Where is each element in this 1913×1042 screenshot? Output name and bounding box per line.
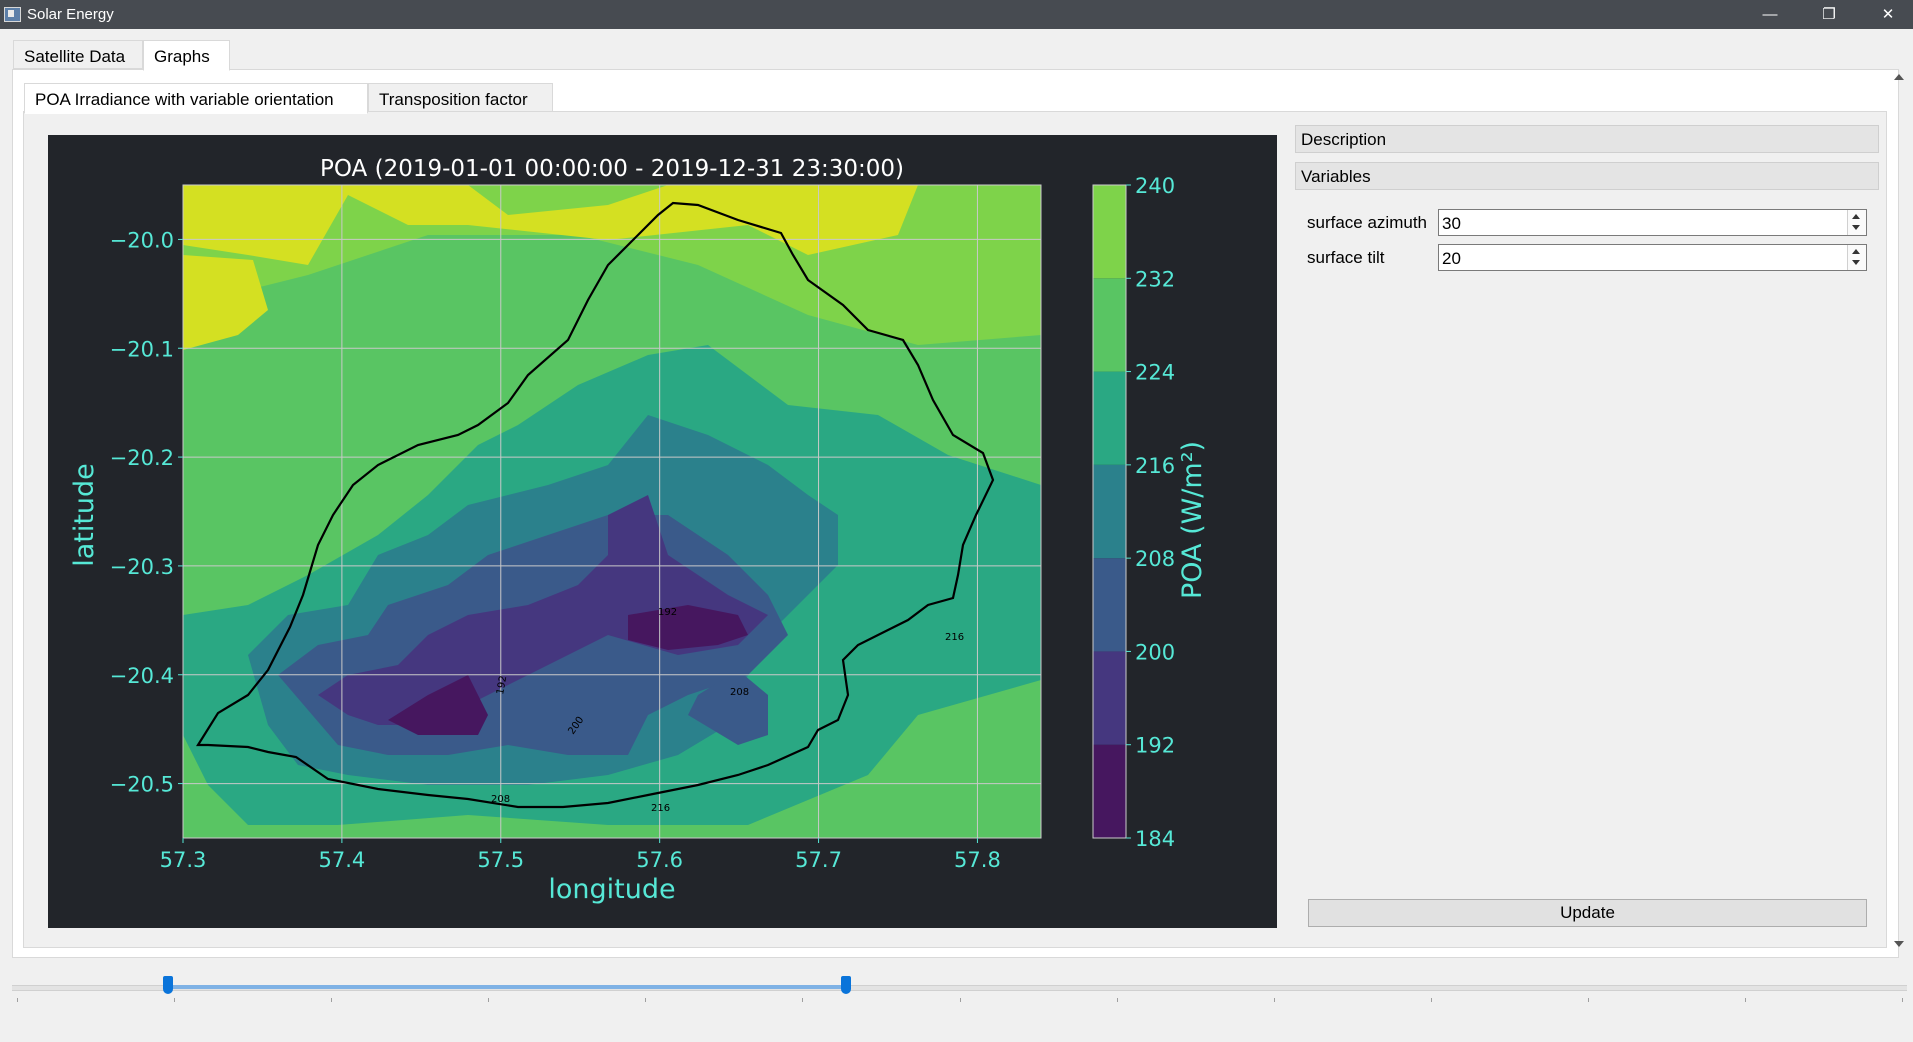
y-tick-label: −20.1 — [110, 337, 174, 361]
slider-tick — [802, 998, 804, 1002]
slider-tick — [488, 998, 490, 1002]
colorbar-tick-label: 232 — [1135, 267, 1175, 291]
colorbar-band — [1093, 558, 1126, 652]
colorbar-band — [1093, 278, 1126, 372]
variables-header[interactable]: Variables — [1295, 162, 1879, 190]
x-tick-label: 57.7 — [795, 848, 842, 872]
contour-label: 216 — [945, 632, 964, 643]
tab-poa-irradiance[interactable]: POA Irradiance with variable orientation — [24, 83, 368, 114]
spin-arrows-icon[interactable] — [1847, 245, 1866, 270]
surface-azimuth-spinbox[interactable]: 30 — [1438, 209, 1867, 236]
surface-tilt-value[interactable]: 20 — [1442, 249, 1461, 269]
x-tick-label: 57.3 — [160, 848, 207, 872]
x-tick-label: 57.4 — [319, 848, 366, 872]
update-button[interactable]: Update — [1308, 899, 1867, 927]
title-bar: Solar Energy — ❐ ✕ — [0, 0, 1913, 29]
tab-transposition-factor[interactable]: Transposition factor — [368, 83, 553, 112]
colorbar-tick-label: 224 — [1135, 361, 1175, 385]
y-axis-label: latitude — [69, 463, 100, 567]
x-axis-ticks: 57.3 57.4 57.5 57.6 57.7 57.8 — [160, 838, 1001, 872]
contour-label: 192 — [658, 607, 677, 618]
colorbar-band — [1093, 371, 1126, 465]
slider-tick — [1430, 998, 1432, 1002]
surface-tilt-label: surface tilt — [1307, 248, 1385, 267]
colorbar: 184 192 200 208 216 224 232 240 — [1092, 174, 1175, 851]
chart-title: POA (2019-01-01 00:00:00 - 2019-12-31 23… — [320, 156, 904, 182]
y-tick-label: −20.3 — [110, 555, 174, 579]
colorbar-tick-label: 208 — [1135, 547, 1175, 571]
window-title: Solar Energy — [27, 6, 114, 23]
slider-tick — [17, 998, 18, 1002]
x-tick-label: 57.5 — [477, 848, 524, 872]
slider-tick — [1273, 998, 1275, 1002]
range-slider-lower-handle[interactable] — [162, 976, 173, 994]
contour-label: 208 — [730, 687, 749, 698]
contour-label: 216 — [651, 803, 670, 814]
slider-tick — [1116, 998, 1118, 1002]
range-slider-selection — [167, 985, 847, 989]
y-tick-label: −20.4 — [110, 664, 174, 688]
chart-canvas: POA (2019-01-01 00:00:00 - 2019-12-31 23… — [69, 156, 1208, 905]
colorbar-band — [1093, 185, 1126, 279]
colorbar-band — [1093, 464, 1126, 559]
minimize-icon[interactable]: — — [1747, 0, 1793, 29]
slider-tick — [959, 998, 961, 1002]
scroll-up-icon[interactable] — [1894, 74, 1904, 80]
colorbar-tick-label: 192 — [1135, 734, 1175, 758]
scroll-down-icon[interactable] — [1894, 941, 1904, 947]
description-header[interactable]: Description — [1295, 125, 1879, 153]
slider-tick — [1587, 998, 1589, 1002]
colorbar-tick-label: 184 — [1135, 827, 1175, 851]
close-icon[interactable]: ✕ — [1865, 0, 1911, 29]
spin-arrows-icon[interactable] — [1847, 210, 1866, 235]
range-slider-upper-handle[interactable] — [841, 976, 852, 994]
contour-fill — [183, 185, 1041, 838]
colorbar-tick-label: 240 — [1135, 174, 1175, 198]
app-icon — [4, 7, 21, 22]
surface-tilt-spinbox[interactable]: 20 — [1438, 244, 1867, 271]
x-tick-label: 57.6 — [636, 848, 683, 872]
slider-tick — [1902, 998, 1903, 1002]
slider-tick — [331, 998, 333, 1002]
y-tick-label: −20.2 — [110, 446, 174, 470]
y-tick-label: −20.5 — [110, 773, 174, 797]
slider-tick — [645, 998, 647, 1002]
colorbar-band — [1093, 744, 1126, 838]
restore-icon[interactable]: ❐ — [1806, 0, 1852, 29]
variables-panel — [1297, 198, 1879, 940]
colorbar-tick-label: 216 — [1135, 454, 1175, 478]
colorbar-label: POA (W/m²) — [1177, 441, 1208, 599]
surface-azimuth-value[interactable]: 30 — [1442, 214, 1461, 234]
colorbar-tick-label: 200 — [1135, 640, 1175, 664]
x-tick-label: 57.8 — [954, 848, 1001, 872]
y-tick-label: −20.0 — [110, 228, 174, 252]
contour-label: 208 — [491, 794, 510, 805]
colorbar-band — [1093, 651, 1126, 745]
x-axis-label: longitude — [548, 874, 675, 905]
slider-tick — [1744, 998, 1746, 1002]
y-axis-ticks: −20.0 −20.1 −20.2 −20.3 −20.4 −20.5 — [110, 228, 183, 797]
surface-azimuth-label: surface azimuth — [1307, 213, 1427, 232]
slider-tick — [174, 998, 176, 1002]
tab-graphs[interactable]: Graphs — [143, 40, 230, 71]
poa-contour-plot: POA (2019-01-01 00:00:00 - 2019-12-31 23… — [48, 135, 1277, 928]
tab-satellite-data[interactable]: Satellite Data — [13, 40, 143, 69]
